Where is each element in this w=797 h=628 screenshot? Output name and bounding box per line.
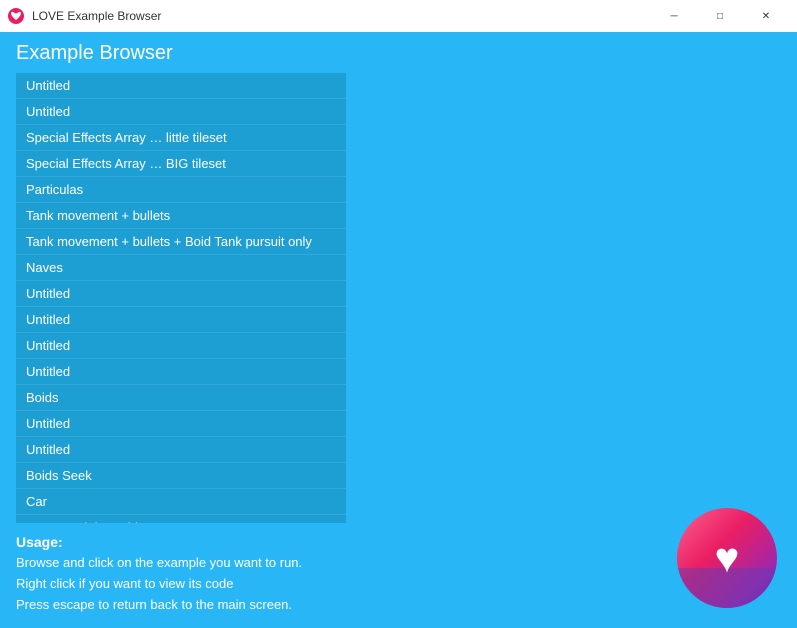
list-item[interactable]: Special Effects Array … little tileset (16, 125, 346, 151)
list-item[interactable]: Naves (16, 255, 346, 281)
titlebar-controls: ─ □ ✕ (651, 0, 789, 32)
list-item[interactable]: Tank movement + bullets + Boid Tank purs… (16, 229, 346, 255)
example-list[interactable]: UntitledUntitledSpecial Effects Array … … (16, 73, 346, 523)
list-item[interactable]: Tank movement + bullets (16, 203, 346, 229)
list-item[interactable]: Car Pursuit by Boid (16, 515, 346, 523)
titlebar-title: LOVE Example Browser (32, 9, 161, 23)
list-item[interactable]: Untitled (16, 281, 346, 307)
close-button[interactable]: ✕ (743, 0, 789, 32)
page-title: Example Browser (16, 42, 781, 65)
minimize-button[interactable]: ─ (651, 0, 697, 32)
list-item[interactable]: Untitled (16, 73, 346, 99)
titlebar-left: LOVE Example Browser (8, 8, 161, 24)
usage-line2: Right click if you want to view its code (16, 574, 781, 595)
love-icon (8, 8, 24, 24)
usage-title: Usage: (16, 531, 781, 553)
titlebar: LOVE Example Browser ─ □ ✕ (0, 0, 797, 32)
list-item[interactable]: Untitled (16, 333, 346, 359)
list-item[interactable]: Special Effects Array … BIG tileset (16, 151, 346, 177)
list-item[interactable]: Untitled (16, 307, 346, 333)
list-item[interactable]: Boids Seek (16, 463, 346, 489)
list-item[interactable]: Car (16, 489, 346, 515)
list-item[interactable]: Untitled (16, 437, 346, 463)
love-logo: ♥ (677, 508, 777, 608)
usage-line1: Browse and click on the example you want… (16, 553, 781, 574)
usage-line3: Press escape to return back to the main … (16, 595, 781, 616)
list-item[interactable]: Untitled (16, 359, 346, 385)
usage-section: Usage: Browse and click on the example y… (16, 531, 781, 616)
list-item[interactable]: Particulas (16, 177, 346, 203)
maximize-button[interactable]: □ (697, 0, 743, 32)
heart-icon: ♥ (715, 537, 740, 579)
list-item[interactable]: Boids (16, 385, 346, 411)
list-item[interactable]: Untitled (16, 411, 346, 437)
list-item[interactable]: Untitled (16, 99, 346, 125)
